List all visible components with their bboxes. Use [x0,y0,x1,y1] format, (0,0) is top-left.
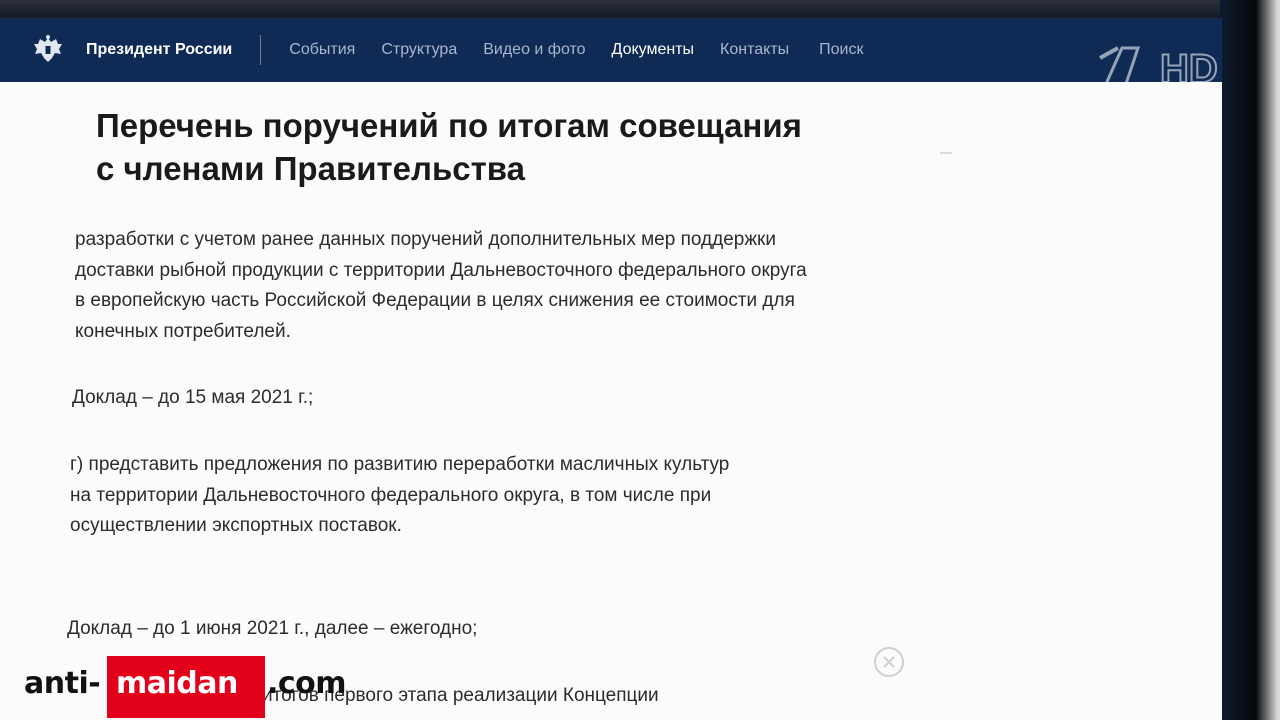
watermark-text: .com [267,666,347,701]
document-paragraph: Доклад – до 15 мая 2021 г.; [72,383,672,414]
paragraph-line: на территории Дальневосточного федеральн… [70,484,712,506]
nav-item-structure[interactable]: Структура [381,41,457,59]
paragraph-line: осуществлении экспортных поставок. [70,515,402,536]
close-icon[interactable] [874,647,904,677]
watermark-text: maidan [116,666,238,701]
paragraph-line: г) представить предложения по развитию п… [70,454,730,475]
document-paragraph: г) представить предложения по развитию п… [70,450,830,542]
nav-item-documents[interactable]: Документы [612,41,694,59]
site-navbar: Президент России События Структура Видео… [0,18,1222,82]
document-page: Перечень поручений по итогам совещания с… [0,82,1222,720]
site-watermark: anti- maidan .com [20,654,360,720]
paragraph-line: Доклад – до 1 июня 2021 г., далее – ежег… [67,618,478,639]
nav-item-search[interactable]: Поиск [819,41,863,59]
page-title: Перечень поручений по итогам совещания с… [96,104,816,190]
paragraph-line: Доклад – до 15 мая 2021 г.; [72,387,314,408]
decorative-dash [940,152,952,154]
watermark-text: anti- [24,666,101,701]
page-title-line: с членами Правительства [96,150,525,187]
nav-item-video-photo[interactable]: Видео и фото [483,41,585,59]
paragraph-line: в европейскую часть Российской Федерации… [75,290,795,311]
navbar-divider [260,35,262,65]
paragraph-line: конечных потребителей. [75,320,291,342]
nav-item-events[interactable]: События [289,41,355,59]
paragraph-line: доставки рыбной продукции с территории Д… [75,259,807,281]
document-paragraph: Доклад – до 1 июня 2021 г., далее – ежег… [67,614,667,645]
page-title-line: Перечень поручений по итогам совещания [96,107,802,144]
paragraph-line: разработки с учетом ранее данных поручен… [75,229,776,250]
monitor-bezel-right [1220,0,1280,720]
document-paragraph: разработки с учетом ранее данных поручен… [75,225,875,347]
double-headed-eagle-icon[interactable] [30,32,66,68]
nav-item-contacts[interactable]: Контакты [720,41,789,59]
site-brand-link[interactable]: Президент России [86,41,232,59]
